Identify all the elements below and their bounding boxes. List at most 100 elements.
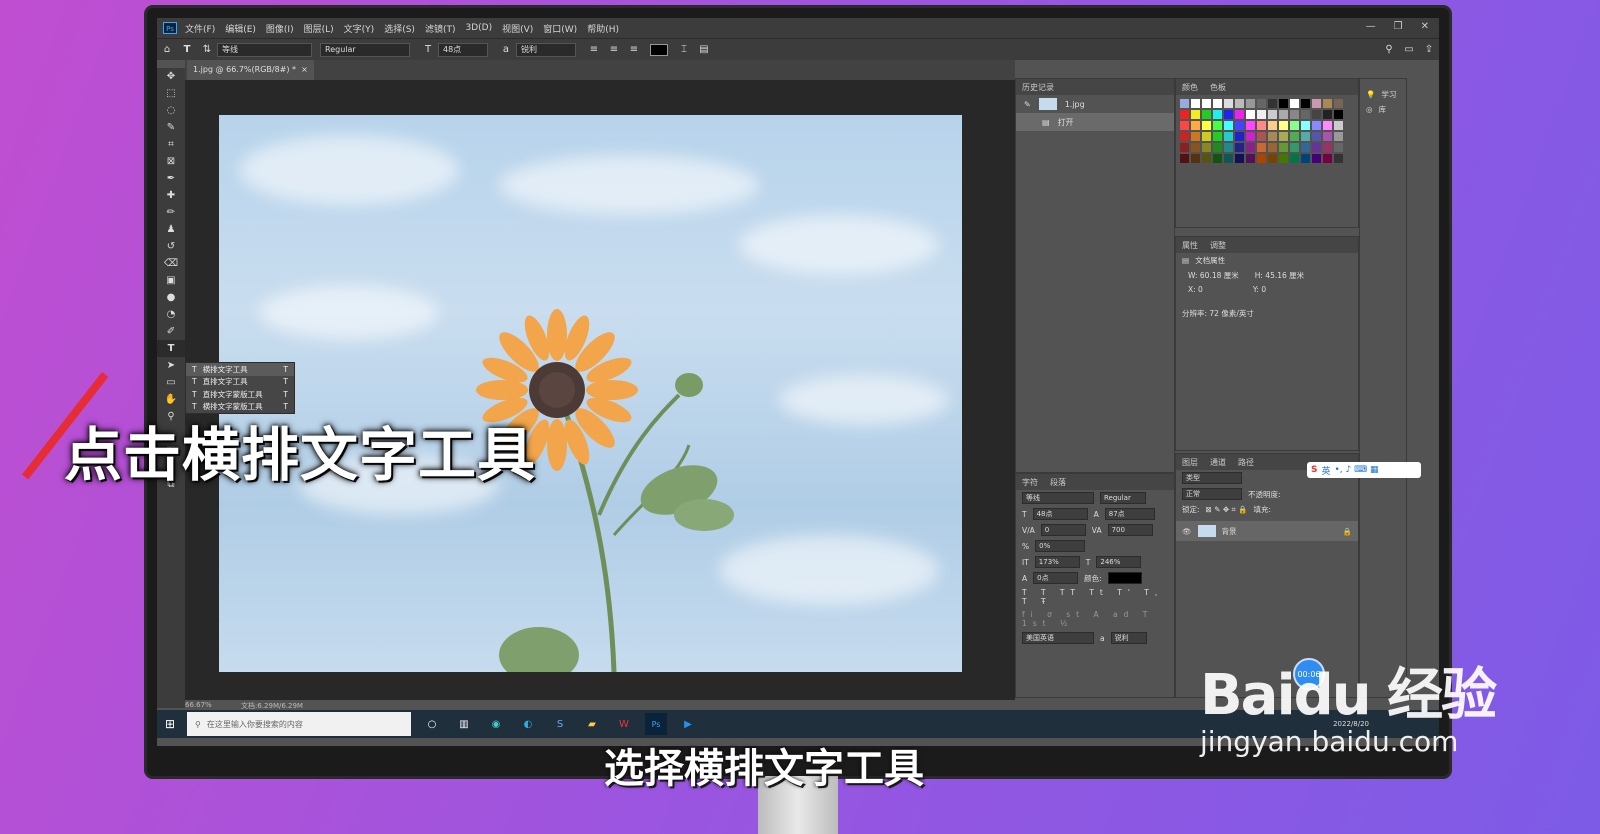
lock-icons[interactable]: ⊠ ✎ ✥ ⌗ 🔒	[1206, 505, 1248, 515]
tab-layers[interactable]: 图层	[1182, 457, 1198, 468]
crop-tool-icon[interactable]: ⌗	[157, 136, 185, 153]
kerning-field[interactable]: 0	[1040, 524, 1086, 536]
color-swatch[interactable]	[1202, 110, 1211, 119]
ime-tools-icon[interactable]: •, ♪ ⌨ ▦	[1335, 465, 1379, 475]
color-swatch[interactable]	[1279, 99, 1288, 108]
color-swatch[interactable]	[1191, 99, 1200, 108]
marquee-tool-icon[interactable]: ⬚	[157, 85, 185, 102]
align-left-icon[interactable]: ≡	[587, 43, 601, 57]
color-swatch[interactable]	[1301, 99, 1310, 108]
layer-filter-select[interactable]: 类型	[1182, 472, 1242, 484]
color-swatch[interactable]	[1268, 132, 1277, 141]
type-tool-icon[interactable]: T	[180, 43, 194, 57]
color-swatch[interactable]	[1268, 121, 1277, 130]
color-swatch[interactable]	[1180, 99, 1189, 108]
blur-tool-icon[interactable]: ●	[157, 289, 185, 306]
color-swatch[interactable]	[1312, 121, 1321, 130]
color-swatch[interactable]	[1191, 110, 1200, 119]
color-swatch[interactable]	[1235, 132, 1244, 141]
color-swatch[interactable]	[1246, 154, 1255, 163]
language-select[interactable]: 美国英语	[1022, 632, 1094, 644]
color-swatch[interactable]	[1257, 110, 1266, 119]
history-snapshot[interactable]: ✎ 1.jpg	[1016, 95, 1174, 113]
color-swatch[interactable]	[1180, 121, 1189, 130]
video-recorder-icon[interactable]: ▶	[677, 713, 699, 735]
edge-icon[interactable]: ◐	[517, 713, 539, 735]
color-swatch[interactable]	[1246, 110, 1255, 119]
character-style-select[interactable]: Regular	[1100, 492, 1146, 504]
color-swatch[interactable]	[1224, 132, 1233, 141]
color-swatch[interactable]	[1268, 110, 1277, 119]
horizontal-scale-field[interactable]: 246%	[1096, 556, 1142, 568]
color-swatch[interactable]	[1213, 121, 1222, 130]
font-style-select[interactable]: Regular	[320, 42, 410, 57]
tab-paragraph[interactable]: 段落	[1050, 477, 1066, 488]
ime-toolbar[interactable]: S 英 •, ♪ ⌨ ▦	[1307, 462, 1421, 478]
align-right-icon[interactable]: ≡	[627, 43, 641, 57]
color-swatch[interactable]	[1191, 132, 1200, 141]
tab-paths[interactable]: 路径	[1238, 457, 1254, 468]
layer-row-background[interactable]: 👁 背景 🔒	[1176, 521, 1358, 541]
color-swatch[interactable]	[1323, 143, 1332, 152]
color-swatch[interactable]	[1312, 143, 1321, 152]
color-swatch[interactable]	[1180, 110, 1189, 119]
font-size-select[interactable]: 48点	[438, 42, 488, 57]
character-antialias-select[interactable]: 锐利	[1110, 632, 1147, 644]
leading-field[interactable]: 87点	[1104, 508, 1155, 520]
color-swatch[interactable]	[1290, 132, 1299, 141]
menu-layer[interactable]: 图层(L)	[304, 22, 334, 35]
pen-tool-icon[interactable]: ✐	[157, 323, 185, 340]
sogou-browser-icon[interactable]: S	[549, 713, 571, 735]
type-style-buttons[interactable]: T T TT Tt T' T, T Ŧ	[1016, 586, 1174, 608]
color-swatch[interactable]	[1334, 99, 1343, 108]
eyedropper-tool-icon[interactable]: ✒	[157, 170, 185, 187]
color-swatch[interactable]	[1246, 121, 1255, 130]
brush-tool-icon[interactable]: ✏	[157, 204, 185, 221]
menu-file[interactable]: 文件(F)	[185, 22, 215, 35]
stamp-tool-icon[interactable]: ♟	[157, 221, 185, 238]
color-swatch[interactable]	[1301, 154, 1310, 163]
quick-select-tool-icon[interactable]: ✎	[157, 119, 185, 136]
color-swatch[interactable]	[1213, 154, 1222, 163]
color-swatch[interactable]	[1290, 99, 1299, 108]
color-swatch[interactable]	[1191, 143, 1200, 152]
color-swatch[interactable]	[1301, 143, 1310, 152]
dodge-tool-icon[interactable]: ◔	[157, 306, 185, 323]
color-swatch[interactable]	[1246, 99, 1255, 108]
color-swatch[interactable]	[1334, 154, 1343, 163]
visibility-eye-icon[interactable]: 👁	[1182, 527, 1192, 536]
color-swatch[interactable]	[1191, 121, 1200, 130]
hand-tool-icon[interactable]: ✋	[157, 391, 185, 408]
cortana-icon[interactable]: ○	[421, 713, 443, 735]
color-swatch[interactable]	[1224, 99, 1233, 108]
workspace-icon[interactable]: ▭	[1402, 43, 1416, 57]
tab-swatches[interactable]: 色板	[1210, 82, 1226, 93]
color-swatch[interactable]	[1257, 143, 1266, 152]
baseline-field[interactable]: 0点	[1033, 572, 1079, 584]
font-family-select[interactable]: 等线	[217, 42, 312, 57]
color-swatch[interactable]	[1180, 143, 1189, 152]
menu-image[interactable]: 图像(I)	[266, 22, 294, 35]
move-tool-icon[interactable]: ✥	[157, 68, 185, 85]
antialias-select[interactable]: 锐利	[516, 42, 576, 57]
taskbar-search-box[interactable]: ⚲ 在这里输入你要搜索的内容	[187, 712, 411, 736]
tab-adjustments[interactable]: 调整	[1210, 240, 1226, 251]
history-tab[interactable]: 历史记录	[1022, 82, 1054, 93]
orientation-toggle-icon[interactable]: ⇅	[200, 43, 214, 57]
color-swatch[interactable]	[1246, 143, 1255, 152]
share-icon[interactable]: ⇪	[1422, 43, 1436, 57]
color-swatch[interactable]	[1334, 121, 1343, 130]
document-tab[interactable]: 1.jpg @ 66.7%(RGB/8#) * ×	[187, 60, 314, 80]
color-swatch[interactable]	[1213, 99, 1222, 108]
color-swatch[interactable]	[1279, 110, 1288, 119]
color-swatch[interactable]	[1312, 110, 1321, 119]
menu-3d[interactable]: 3D(D)	[465, 23, 492, 33]
color-swatch[interactable]	[1257, 154, 1266, 163]
color-swatch[interactable]	[1235, 143, 1244, 152]
tab-channels[interactable]: 通道	[1210, 457, 1226, 468]
color-swatch[interactable]	[1235, 110, 1244, 119]
path-select-tool-icon[interactable]: ➤	[157, 357, 185, 374]
color-swatch[interactable]	[1202, 132, 1211, 141]
color-swatch[interactable]	[1257, 99, 1266, 108]
home-icon[interactable]: ⌂	[160, 43, 174, 57]
